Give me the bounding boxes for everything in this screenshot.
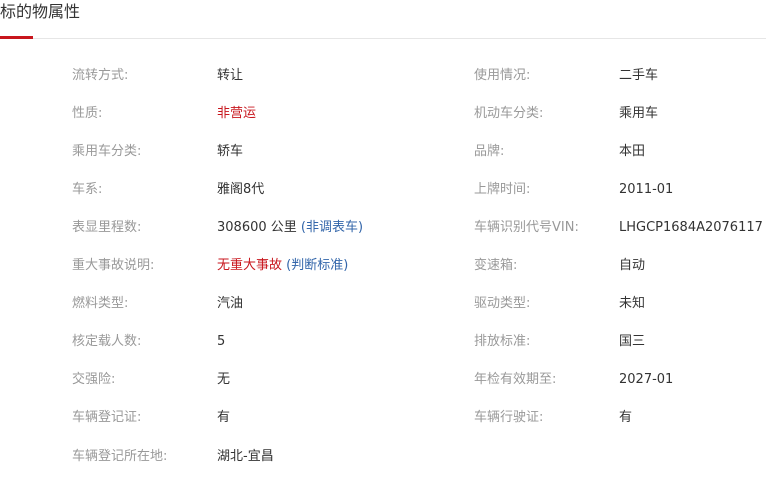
brand-label: 品牌:: [474, 144, 505, 159]
attribute-row: 流转方式: 转让 使用情况: 二手车: [0, 66, 766, 86]
accident-text: 无重大事故: [217, 258, 283, 273]
registration-certificate-label: 车辆登记证:: [72, 410, 142, 425]
attribute-row: 车辆登记所在地: 湖北-宜昌: [0, 447, 766, 467]
series-value: 雅阁8代: [217, 182, 265, 197]
accident-criteria-link[interactable]: (判断标准): [286, 258, 348, 273]
registration-location-label: 车辆登记所在地:: [72, 449, 168, 464]
driving-license-value: 有: [619, 410, 633, 425]
section-title-underline: [0, 36, 33, 39]
usage-status-label: 使用情况:: [474, 68, 531, 83]
compulsory-insurance-value: 无: [217, 372, 231, 387]
compulsory-insurance-label: 交强险:: [72, 372, 116, 387]
attribute-row: 车辆登记证: 有 车辆行驶证: 有: [0, 408, 766, 428]
accident-label: 重大事故说明:: [72, 258, 155, 273]
attribute-row: 车系: 雅阁8代 上牌时间: 2011-01: [0, 180, 766, 200]
inspection-valid-until-value: 2027-01: [619, 372, 674, 387]
passenger-car-type-value: 轿车: [217, 144, 244, 159]
mileage-info-link[interactable]: (非调表车): [301, 220, 363, 235]
usage-status-value: 二手车: [619, 68, 659, 83]
registration-date-label: 上牌时间:: [474, 182, 531, 197]
seating-capacity-label: 核定载人数:: [72, 334, 142, 349]
brand-value: 本田: [619, 144, 646, 159]
attribute-row: 核定载人数: 5 排放标准: 国三: [0, 332, 766, 352]
attribute-row: 表显里程数: 308600 公里 (非调表车) 车辆识别代号VIN: LHGCP…: [0, 218, 766, 238]
transmission-label: 变速箱:: [474, 258, 518, 273]
accident-value: 无重大事故 (判断标准): [217, 256, 348, 276]
transmission-value: 自动: [619, 258, 646, 273]
fuel-type-label: 燃料类型:: [72, 296, 129, 311]
circulation-method-label: 流转方式:: [72, 68, 129, 83]
registration-location-value: 湖北-宜昌: [217, 449, 274, 464]
vin-label: 车辆识别代号VIN:: [474, 220, 579, 235]
series-label: 车系:: [72, 182, 103, 197]
drive-type-value: 未知: [619, 296, 646, 311]
section-header: 标的物属性: [0, 0, 766, 39]
attribute-row: 燃料类型: 汽油 驱动类型: 未知: [0, 294, 766, 314]
emission-standard-value: 国三: [619, 334, 646, 349]
vehicle-category-value: 乘用车: [619, 106, 659, 121]
emission-standard-label: 排放标准:: [474, 334, 531, 349]
vehicle-category-label: 机动车分类:: [474, 106, 544, 121]
passenger-car-type-label: 乘用车分类:: [72, 144, 142, 159]
registration-date-value: 2011-01: [619, 182, 674, 197]
seating-capacity-value: 5: [217, 334, 226, 349]
driving-license-label: 车辆行驶证:: [474, 410, 544, 425]
mileage-text: 308600 公里: [217, 220, 297, 235]
mileage-label: 表显里程数:: [72, 220, 142, 235]
attribute-row: 交强险: 无 年检有效期至: 2027-01: [0, 370, 766, 390]
drive-type-label: 驱动类型:: [474, 296, 531, 311]
mileage-value: 308600 公里 (非调表车): [217, 218, 363, 238]
registration-certificate-value: 有: [217, 410, 231, 425]
attribute-row: 性质: 非营运 机动车分类: 乘用车: [0, 104, 766, 124]
vin-value: LHGCP1684A2076117: [619, 220, 763, 235]
nature-label: 性质:: [72, 106, 103, 121]
section-title: 标的物属性: [0, 2, 81, 21]
fuel-type-value: 汽油: [217, 296, 244, 311]
attribute-row: 乘用车分类: 轿车 品牌: 本田: [0, 142, 766, 162]
nature-value: 非营运: [217, 106, 257, 121]
circulation-method-value: 转让: [217, 68, 244, 83]
attribute-row: 重大事故说明: 无重大事故 (判断标准) 变速箱: 自动: [0, 256, 766, 276]
inspection-valid-until-label: 年检有效期至:: [474, 372, 557, 387]
